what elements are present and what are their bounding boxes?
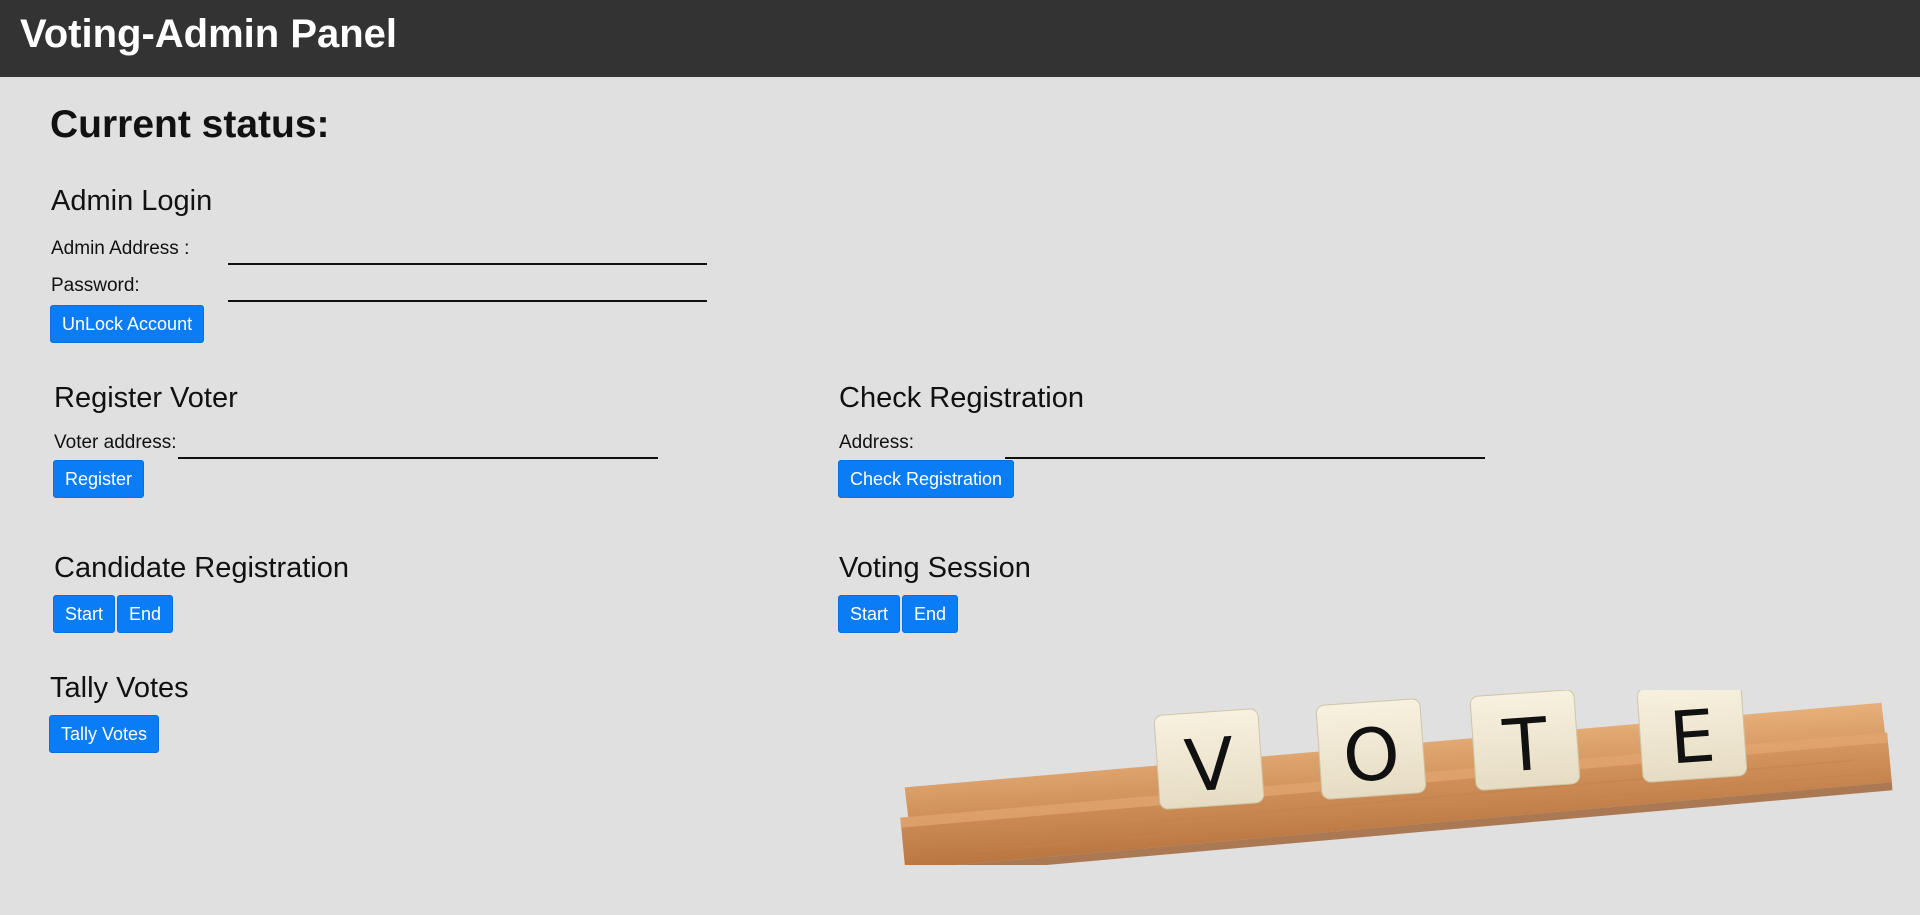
admin-login-section: Admin Login [51, 183, 212, 219]
voting-session-buttons: Start End [838, 595, 959, 633]
svg-text:E: E [1667, 694, 1718, 781]
admin-address-input[interactable] [228, 243, 707, 265]
check-registration-title: Check Registration [839, 382, 1084, 414]
password-label: Password: [51, 275, 140, 296]
tally-votes-button[interactable]: Tally Votes [49, 715, 160, 753]
register-button[interactable]: Register [53, 460, 145, 498]
voting-start-button[interactable]: Start [838, 595, 901, 633]
current-status-heading: Current status: [50, 103, 330, 146]
admin-login-title: Admin Login [51, 185, 213, 217]
tile-t: T [1469, 690, 1581, 791]
svg-text:O: O [1340, 711, 1402, 799]
app-title: Voting-Admin Panel [20, 12, 398, 56]
tile-o: O [1315, 698, 1427, 800]
voting-session-title: Voting Session [839, 552, 1031, 584]
tile-v: V [1153, 708, 1265, 810]
candidate-end-button[interactable]: End [117, 595, 174, 633]
svg-text:T: T [1499, 701, 1551, 788]
tally-votes-title: Tally Votes [50, 672, 189, 704]
voting-end-button[interactable]: End [902, 595, 959, 633]
password-input[interactable] [228, 280, 707, 302]
check-address-label: Address: [839, 432, 914, 453]
voter-address-input[interactable] [178, 437, 658, 459]
register-voter-title: Register Voter [54, 382, 238, 414]
vote-scrabble-image: V O T E [900, 690, 1893, 865]
svg-text:V: V [1182, 721, 1237, 808]
unlock-account-button[interactable]: UnLock Account [50, 305, 205, 343]
voter-address-label: Voter address: [54, 432, 177, 453]
admin-address-label: Admin Address : [51, 238, 190, 259]
check-registration-button[interactable]: Check Registration [838, 460, 1015, 498]
candidate-registration-title: Candidate Registration [54, 552, 350, 584]
candidate-registration-buttons: Start End [53, 595, 174, 633]
check-address-input[interactable] [1005, 437, 1485, 459]
candidate-start-button[interactable]: Start [53, 595, 116, 633]
tile-e: E [1636, 690, 1748, 783]
header-bar: Voting-Admin Panel [0, 0, 1920, 77]
